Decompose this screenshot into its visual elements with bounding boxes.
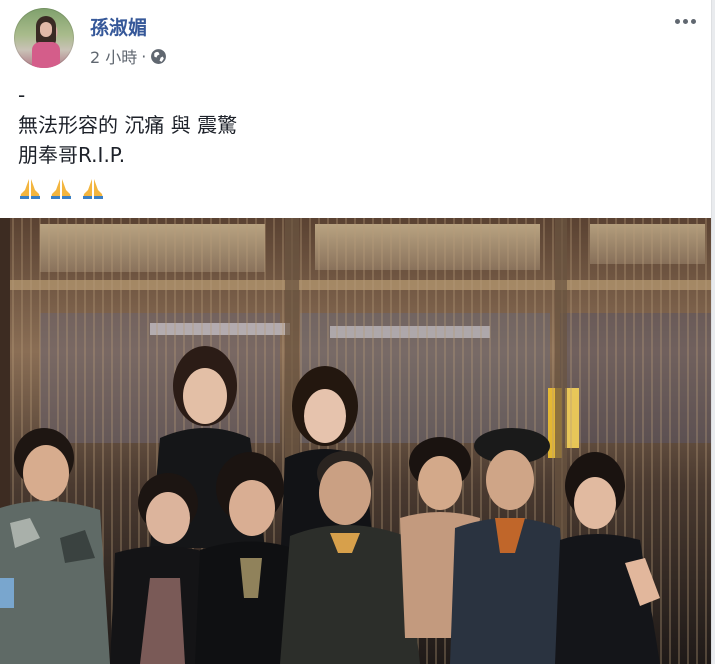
meta-separator: · [141, 46, 147, 66]
more-options-icon[interactable] [670, 11, 700, 31]
post-line-3: 朋奉哥R.I.P. [18, 143, 126, 167]
post-line-2: 無法形容的 沉痛 與 震驚 [18, 113, 238, 137]
post-time-link[interactable]: 2 小時 [90, 44, 137, 68]
emoji-row [18, 170, 698, 202]
post-text: - 無法形容的 沉痛 與 震驚 朋奉哥R.I.P. [18, 80, 698, 202]
post-meta: 2 小時 · [90, 44, 167, 68]
post-photo[interactable] [0, 218, 711, 664]
folded-hands-icon [18, 178, 42, 200]
post-header: 孫淑媚 2 小時 · [14, 8, 704, 68]
group-photo-image [0, 218, 711, 664]
author-name-link[interactable]: 孫淑媚 [90, 13, 147, 40]
author-avatar[interactable] [14, 8, 74, 68]
facebook-post: 孫淑媚 2 小時 · - 無法形容的 沉痛 與 震驚 朋奉哥R.I.P. [0, 0, 712, 664]
avatar-shirt [32, 42, 60, 68]
post-line-1: - [18, 83, 26, 107]
folded-hands-icon [49, 178, 73, 200]
avatar-face [40, 22, 52, 37]
globe-icon[interactable] [150, 48, 167, 65]
folded-hands-icon [81, 178, 105, 200]
